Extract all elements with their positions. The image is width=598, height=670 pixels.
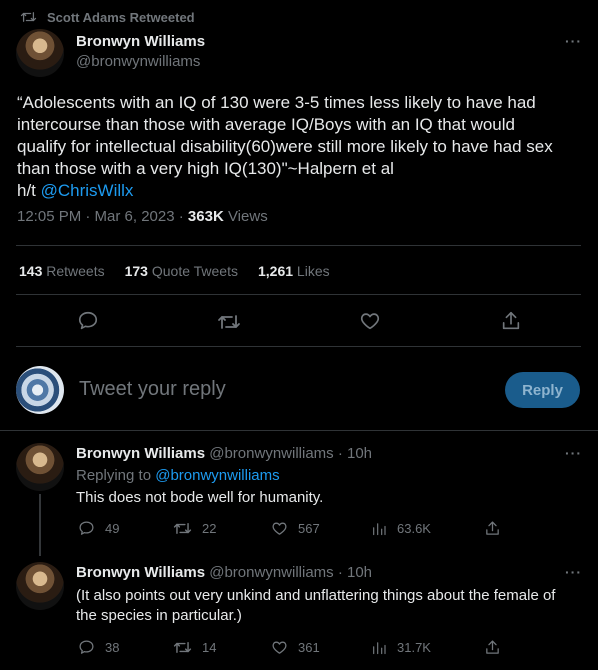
tweet-text-line: than those with a very high IQ(130)"~Hal…	[17, 159, 394, 178]
views-count: 363K	[187, 208, 224, 225]
replying-to-label: Replying to	[76, 467, 156, 484]
tweet-timestamp[interactable]: 12:05 PM · Mar 6, 2023 ·	[17, 208, 188, 225]
reply-age[interactable]: · 10h	[334, 564, 372, 581]
reply-action-bar: 49 22 567 63.6K	[0, 518, 598, 540]
reply-button[interactable]: Reply	[505, 372, 580, 408]
like-icon[interactable]	[359, 310, 381, 332]
tweet-meta: 12:05 PM · Mar 6, 2023 · 363K Views	[17, 208, 268, 225]
reply-action-views[interactable]: 31.7K	[371, 639, 431, 656]
retweet-context[interactable]: Scott Adams Retweeted	[20, 8, 195, 26]
reply-action-like[interactable]: 361	[271, 639, 320, 656]
analytics-icon	[373, 523, 386, 536]
replying-to: Replying to @bronwynwilliams	[76, 466, 280, 486]
author-handle[interactable]: @bronwynwilliams	[76, 53, 200, 70]
reply-author-avatar[interactable]	[16, 443, 64, 491]
reply-action-retweet[interactable]: 22	[173, 520, 216, 537]
tweet-text-line: intercourse than those with average IQ/B…	[17, 115, 515, 134]
reply-icon[interactable]	[77, 310, 99, 332]
reply-author-handle[interactable]: @bronwynwilliams	[209, 445, 333, 462]
reply-author-name[interactable]: Bronwyn Williams	[76, 564, 205, 581]
retweets-stat[interactable]: 143 Retweets	[19, 263, 105, 279]
reply-icon	[79, 640, 94, 654]
retweet-icon[interactable]	[217, 311, 241, 333]
share-icon	[486, 521, 499, 535]
reply-text: (It also points out very unkind and unfl…	[76, 586, 555, 626]
current-user-avatar[interactable]	[16, 366, 64, 414]
tweet-text-line: “Adolescents with an IQ of 130 were 3-5 …	[17, 93, 536, 112]
retweet-count: 22	[202, 521, 217, 536]
share-icon	[486, 640, 499, 654]
divider	[16, 346, 581, 347]
retweet-label: Scott Adams Retweeted	[47, 9, 195, 25]
engagement-stats: 143 Retweets 173 Quote Tweets 1,261 Like…	[19, 263, 350, 279]
reply-count: 38	[105, 640, 120, 655]
tweet-text-line: qualify for intellectual disability(60)w…	[17, 137, 553, 156]
views-label: Views	[223, 208, 268, 225]
divider	[16, 245, 581, 246]
reply-text: This does not bode well for humanity.	[76, 489, 324, 506]
reply-action-like[interactable]: 567	[271, 520, 320, 537]
likes-count: 1,261	[257, 263, 294, 279]
retweet-icon	[173, 523, 192, 534]
author-avatar[interactable]	[16, 29, 64, 77]
retweets-label: Retweets	[42, 263, 105, 279]
share-icon[interactable]	[500, 310, 522, 332]
reply-text-line: (It also points out very unkind and unfl…	[76, 587, 556, 604]
reply-header: Bronwyn Williams @bronwynwilliams · 10h	[76, 445, 372, 462]
likes-stat[interactable]: 1,261 Likes	[258, 263, 330, 279]
reply-action-share[interactable]	[484, 520, 501, 537]
retweets-count: 143	[19, 263, 43, 279]
retweet-count: 14	[202, 640, 217, 655]
retweet-icon	[20, 10, 37, 24]
reply-count: 49	[105, 521, 120, 536]
reply-icon	[79, 521, 94, 535]
reply-action-reply[interactable]: 38	[78, 639, 119, 656]
like-count: 567	[298, 521, 320, 536]
reply-age[interactable]: · 10h	[334, 445, 372, 462]
quote-tweets-stat[interactable]: 173 Quote Tweets	[125, 263, 238, 279]
reply-author-avatar[interactable]	[16, 562, 64, 610]
views-count: 63.6K	[397, 521, 431, 536]
views-count: 31.7K	[397, 640, 431, 655]
divider	[16, 294, 581, 295]
like-icon	[272, 641, 287, 654]
reply-header: Bronwyn Williams @bronwynwilliams · 10h	[76, 564, 372, 581]
reply-action-reply[interactable]: 49	[78, 520, 119, 537]
reply-author-handle[interactable]: @bronwynwilliams	[209, 564, 333, 581]
like-count: 361	[298, 640, 320, 655]
retweet-icon	[173, 642, 192, 653]
divider	[0, 430, 598, 431]
mention-link[interactable]: @ChrisWillx	[41, 181, 134, 200]
reply-input[interactable]: Tweet your reply	[79, 378, 226, 401]
reply-action-views[interactable]: 63.6K	[371, 520, 431, 537]
reply-author-name[interactable]: Bronwyn Williams	[76, 445, 205, 462]
more-options-icon[interactable]: ···	[565, 445, 582, 461]
author-name[interactable]: Bronwyn Williams	[76, 33, 205, 50]
analytics-icon	[373, 642, 386, 655]
quote-tweets-count: 173	[124, 263, 148, 279]
hat-tip-label: h/t	[17, 181, 41, 200]
more-options-icon[interactable]: ···	[565, 33, 582, 49]
reply-action-share[interactable]	[484, 639, 501, 656]
reply-text-line: the species in particular.)	[76, 607, 242, 624]
replying-to-link[interactable]: @bronwynwilliams	[155, 467, 279, 484]
quote-tweets-label: Quote Tweets	[147, 263, 238, 279]
tweet-text-line: h/t @ChrisWillx	[17, 180, 587, 202]
reply-action-bar: 38 14 361 31.7K	[0, 637, 598, 659]
like-icon	[272, 522, 287, 535]
likes-label: Likes	[293, 263, 330, 279]
more-options-icon[interactable]: ···	[565, 564, 582, 580]
tweet-text: “Adolescents with an IQ of 130 were 3-5 …	[17, 92, 587, 202]
reply-action-retweet[interactable]: 14	[173, 639, 216, 656]
tweet-action-bar	[0, 300, 598, 342]
